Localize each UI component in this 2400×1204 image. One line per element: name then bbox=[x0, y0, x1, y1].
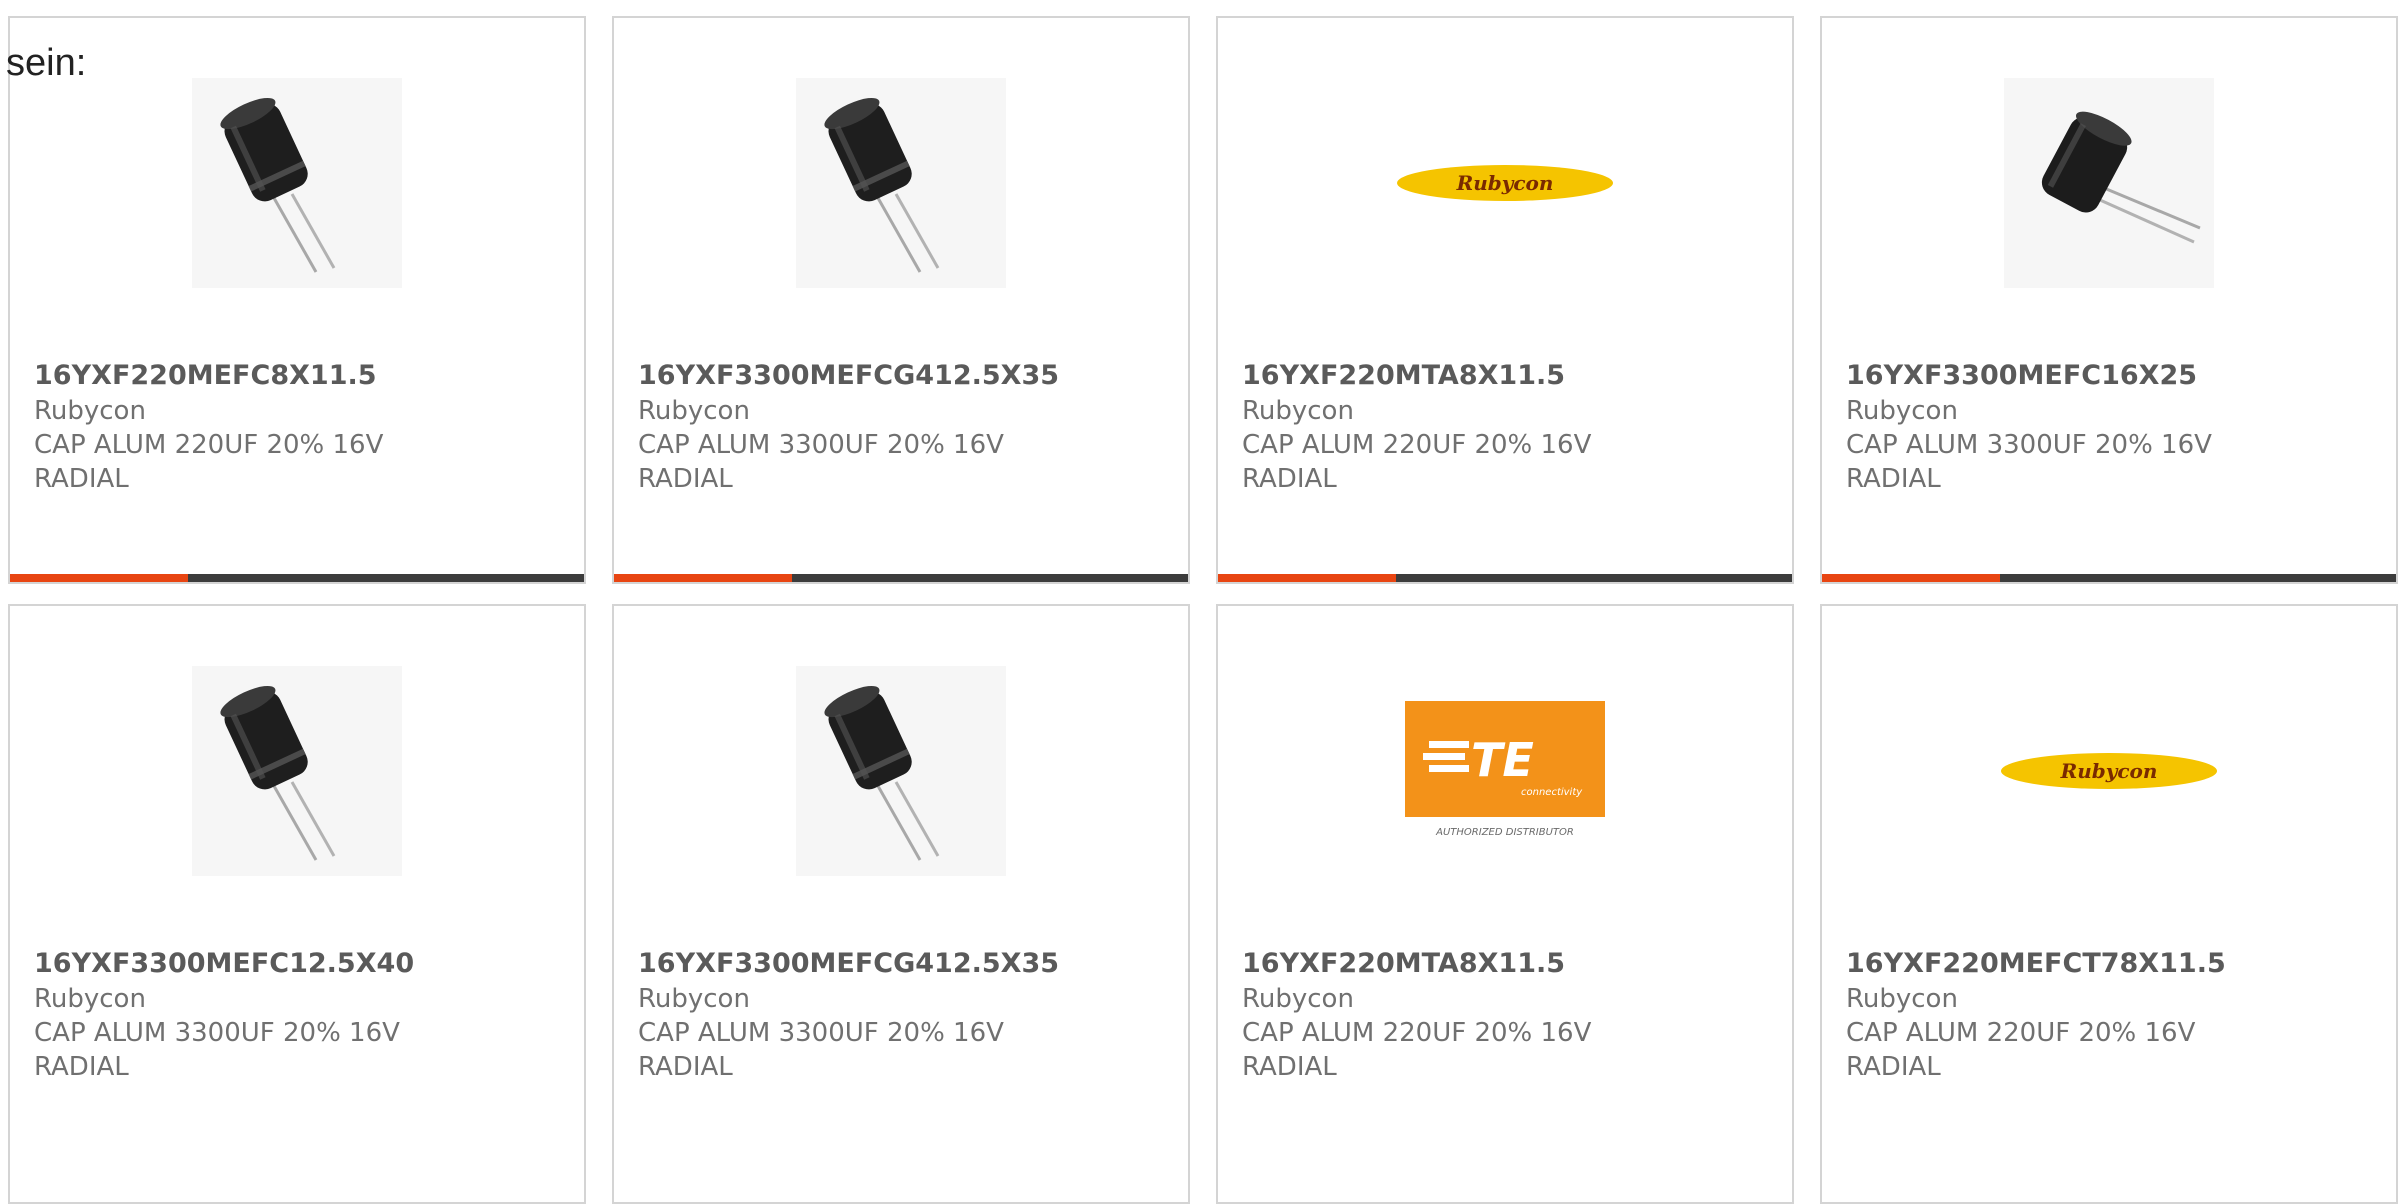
manufacturer: Rubycon bbox=[1846, 984, 1958, 1014]
rubycon-logo-icon: Rubycon bbox=[2001, 753, 2217, 789]
intro-text: sein: bbox=[6, 42, 87, 84]
product-image[interactable]: TE connectivity AUTHORIZED DISTRIBUTOR bbox=[1218, 666, 1792, 876]
progress-fill bbox=[614, 574, 792, 582]
description: CAP ALUM 3300UF 20% 16V RADIAL bbox=[1846, 430, 2212, 494]
description: CAP ALUM 220UF 20% 16V RADIAL bbox=[1242, 1018, 1592, 1082]
product-card[interactable]: TE connectivity AUTHORIZED DISTRIBUTOR 1… bbox=[1216, 604, 1794, 1204]
product-card[interactable]: 16YXF3300MEFCG412.5X35 Rubycon CAP ALUM … bbox=[612, 16, 1190, 584]
capacitor-angled-image bbox=[2004, 78, 2214, 288]
manufacturer: Rubycon bbox=[1242, 396, 1354, 426]
te-connectivity-logo-icon: TE connectivity AUTHORIZED DISTRIBUTOR bbox=[1405, 701, 1605, 838]
product-image[interactable]: Rubycon bbox=[1218, 78, 1792, 288]
product-image[interactable]: Rubycon bbox=[1822, 666, 2396, 876]
manufacturer: Rubycon bbox=[638, 396, 750, 426]
progress-bar bbox=[10, 574, 584, 582]
manufacturer: Rubycon bbox=[638, 984, 750, 1014]
svg-text:Rubycon: Rubycon bbox=[1456, 171, 1554, 195]
part-number[interactable]: 16YXF3300MEFCG412.5X35 bbox=[638, 358, 1168, 394]
product-info: 16YXF220MEFC8X11.5 Rubycon CAP ALUM 220U… bbox=[34, 358, 564, 496]
capacitor-image bbox=[796, 78, 1006, 288]
part-number[interactable]: 16YXF3300MEFC16X25 bbox=[1846, 358, 2376, 394]
product-image[interactable] bbox=[1822, 78, 2396, 288]
manufacturer: Rubycon bbox=[1242, 984, 1354, 1014]
capacitor-image bbox=[192, 666, 402, 876]
product-card[interactable]: 16YXF3300MEFC12.5X40 Rubycon CAP ALUM 33… bbox=[8, 604, 586, 1204]
product-card[interactable]: Rubycon 16YXF220MEFCT78X11.5 Rubycon CAP… bbox=[1820, 604, 2398, 1204]
manufacturer: Rubycon bbox=[34, 396, 146, 426]
description: CAP ALUM 3300UF 20% 16V RADIAL bbox=[34, 1018, 400, 1082]
description: CAP ALUM 3300UF 20% 16V RADIAL bbox=[638, 430, 1004, 494]
product-info: 16YXF3300MEFC12.5X40 Rubycon CAP ALUM 33… bbox=[34, 946, 564, 1084]
part-number[interactable]: 16YXF3300MEFCG412.5X35 bbox=[638, 946, 1168, 982]
progress-bar bbox=[614, 574, 1188, 582]
description: CAP ALUM 220UF 20% 16V RADIAL bbox=[1242, 430, 1592, 494]
product-card[interactable]: 16YXF3300MEFC16X25 Rubycon CAP ALUM 3300… bbox=[1820, 16, 2398, 584]
progress-bar bbox=[1218, 574, 1792, 582]
description: CAP ALUM 220UF 20% 16V RADIAL bbox=[34, 430, 384, 494]
capacitor-image bbox=[192, 78, 402, 288]
product-info: 16YXF220MTA8X11.5 Rubycon CAP ALUM 220UF… bbox=[1242, 946, 1772, 1084]
svg-text:AUTHORIZED DISTRIBUTOR: AUTHORIZED DISTRIBUTOR bbox=[1435, 827, 1574, 838]
product-image[interactable] bbox=[10, 78, 584, 288]
product-info: 16YXF3300MEFCG412.5X35 Rubycon CAP ALUM … bbox=[638, 946, 1168, 1084]
svg-text:TE: TE bbox=[1471, 733, 1534, 787]
product-info: 16YXF220MEFCT78X11.5 Rubycon CAP ALUM 22… bbox=[1846, 946, 2376, 1084]
product-info: 16YXF3300MEFC16X25 Rubycon CAP ALUM 3300… bbox=[1846, 358, 2376, 496]
progress-bar bbox=[1822, 574, 2396, 582]
product-image[interactable] bbox=[10, 666, 584, 876]
description: CAP ALUM 220UF 20% 16V RADIAL bbox=[1846, 1018, 2196, 1082]
progress-fill bbox=[1822, 574, 2000, 582]
part-number[interactable]: 16YXF220MTA8X11.5 bbox=[1242, 358, 1772, 394]
product-info: 16YXF220MTA8X11.5 Rubycon CAP ALUM 220UF… bbox=[1242, 358, 1772, 496]
manufacturer: Rubycon bbox=[1846, 396, 1958, 426]
product-image[interactable] bbox=[614, 666, 1188, 876]
product-card[interactable]: Rubycon 16YXF220MTA8X11.5 Rubycon CAP AL… bbox=[1216, 16, 1794, 584]
part-number[interactable]: 16YXF220MTA8X11.5 bbox=[1242, 946, 1772, 982]
product-image[interactable] bbox=[614, 78, 1188, 288]
product-info: 16YXF3300MEFCG412.5X35 Rubycon CAP ALUM … bbox=[638, 358, 1168, 496]
part-number[interactable]: 16YXF3300MEFC12.5X40 bbox=[34, 946, 564, 982]
product-card[interactable]: 16YXF220MEFC8X11.5 Rubycon CAP ALUM 220U… bbox=[8, 16, 586, 584]
product-grid: 16YXF220MEFC8X11.5 Rubycon CAP ALUM 220U… bbox=[8, 16, 2400, 1204]
progress-fill bbox=[10, 574, 188, 582]
svg-text:connectivity: connectivity bbox=[1521, 787, 1583, 798]
product-card[interactable]: 16YXF3300MEFCG412.5X35 Rubycon CAP ALUM … bbox=[612, 604, 1190, 1204]
svg-text:Rubycon: Rubycon bbox=[2060, 759, 2158, 783]
manufacturer: Rubycon bbox=[34, 984, 146, 1014]
part-number[interactable]: 16YXF220MEFC8X11.5 bbox=[34, 358, 564, 394]
rubycon-logo-icon: Rubycon bbox=[1397, 165, 1613, 201]
capacitor-image bbox=[796, 666, 1006, 876]
part-number[interactable]: 16YXF220MEFCT78X11.5 bbox=[1846, 946, 2376, 982]
progress-fill bbox=[1218, 574, 1396, 582]
description: CAP ALUM 3300UF 20% 16V RADIAL bbox=[638, 1018, 1004, 1082]
